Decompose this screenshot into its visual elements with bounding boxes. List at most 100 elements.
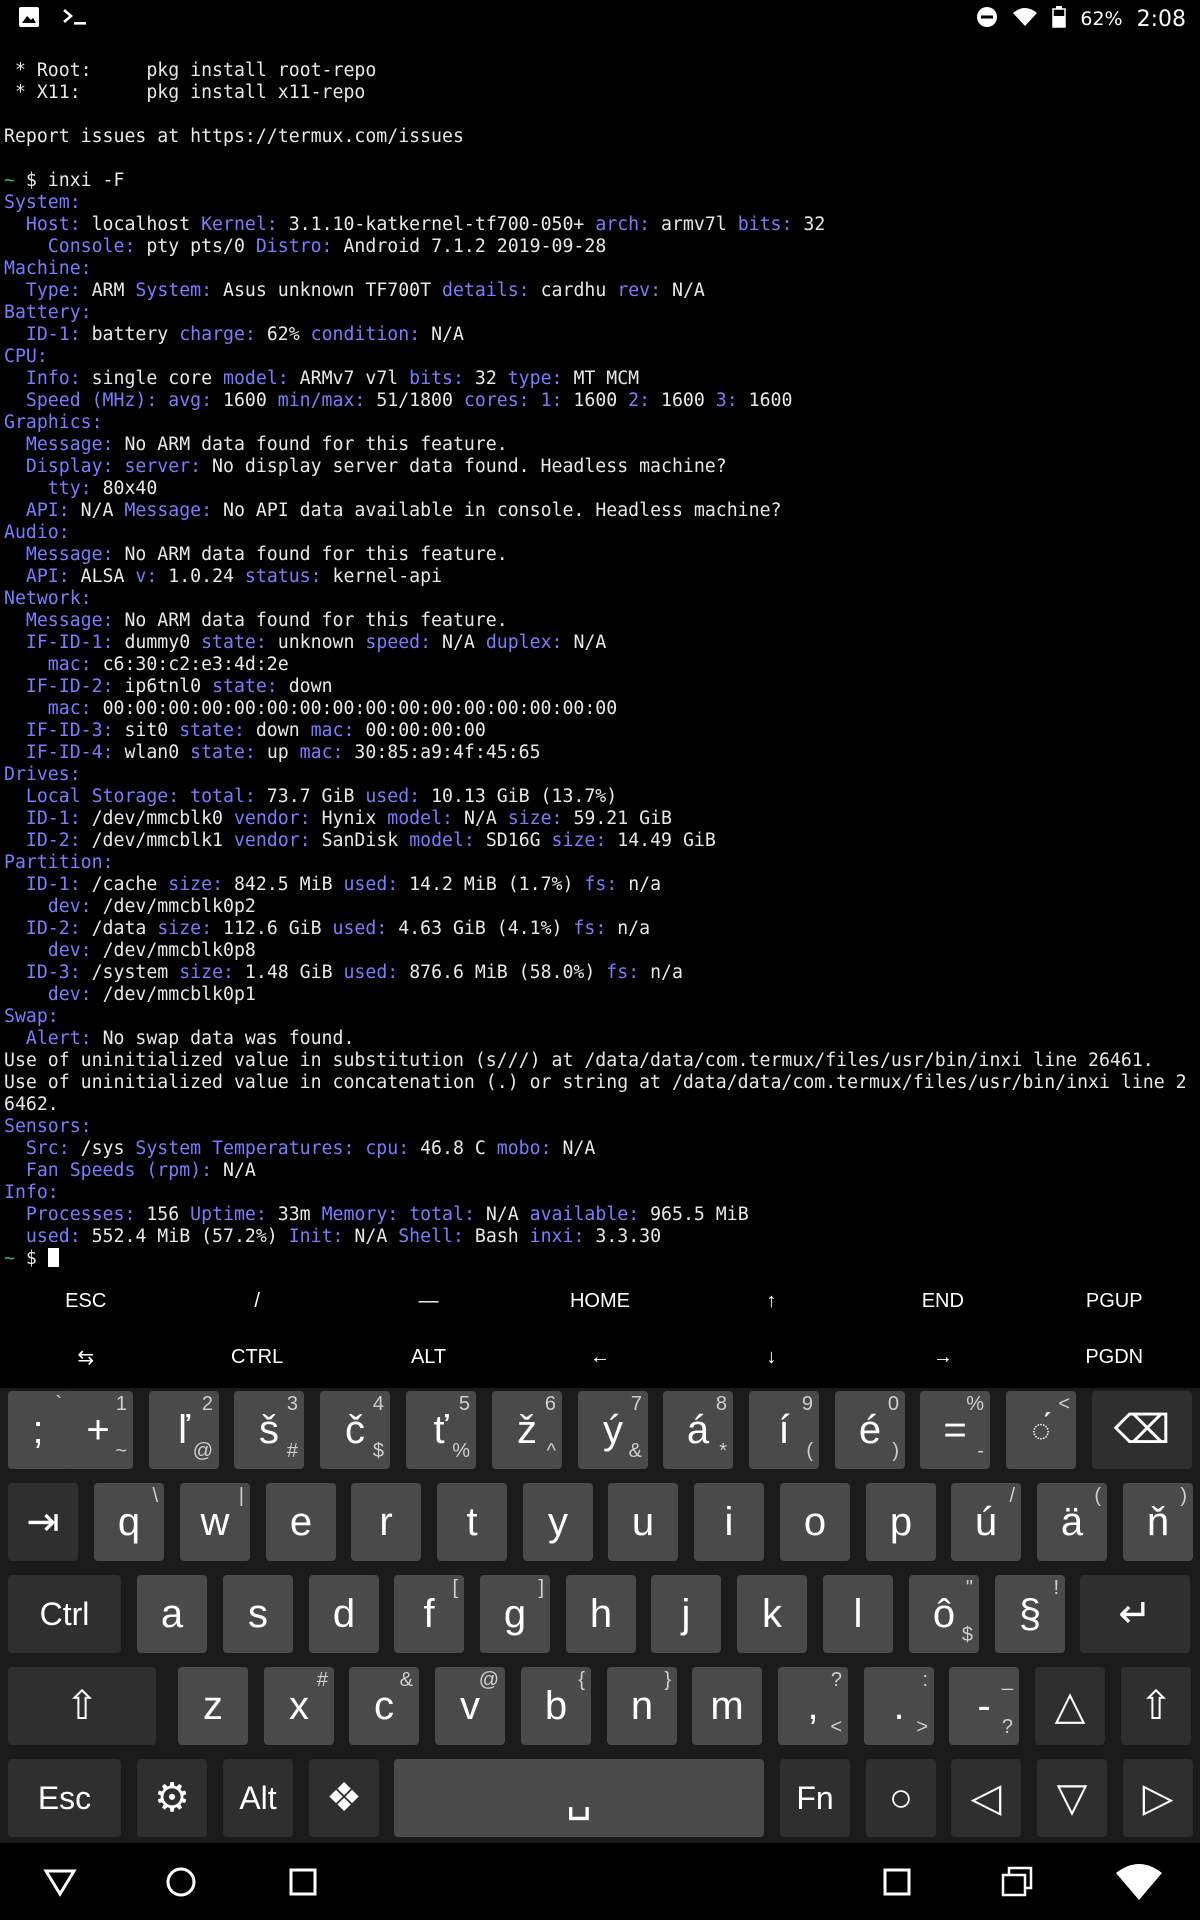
key-;[interactable]: ; ` bbox=[8, 1391, 68, 1469]
key-=[interactable]: =% - bbox=[920, 1391, 990, 1469]
key-l[interactable]: l bbox=[823, 1575, 893, 1653]
key-.[interactable]: .: > bbox=[864, 1667, 934, 1745]
key-y[interactable]: y bbox=[523, 1483, 593, 1561]
key-m[interactable]: m bbox=[692, 1667, 762, 1745]
back-icon[interactable] bbox=[25, 1843, 95, 1920]
key-k[interactable]: k bbox=[737, 1575, 807, 1653]
terminal-output[interactable]: * Root: pkg install root-repo * X11: pkg… bbox=[4, 60, 1196, 1268]
key-s[interactable]: s bbox=[223, 1575, 293, 1653]
key-,[interactable]: ,? < bbox=[778, 1667, 848, 1745]
key-h[interactable]: h bbox=[566, 1575, 636, 1653]
key-o[interactable]: o bbox=[780, 1483, 850, 1561]
key-§[interactable]: §! bbox=[995, 1575, 1065, 1653]
key-š[interactable]: š 3 # bbox=[234, 1391, 304, 1469]
key-alt-label: @ bbox=[478, 1669, 499, 1691]
key-v[interactable]: v @ bbox=[435, 1667, 505, 1745]
terminal-text: N/A bbox=[463, 808, 508, 829]
key-label: ⇧ bbox=[65, 1684, 99, 1728]
key-g[interactable]: g] bbox=[480, 1575, 550, 1653]
key-Alt[interactable]: Alt bbox=[223, 1759, 293, 1837]
key--[interactable]: - _? bbox=[949, 1667, 1019, 1745]
shift-key[interactable]: ⇧ bbox=[8, 1667, 156, 1745]
terminal-text: size: bbox=[179, 962, 245, 983]
shift-key[interactable]: ⇧ bbox=[1121, 1667, 1191, 1745]
stop-icon[interactable] bbox=[862, 1843, 932, 1920]
key-ž[interactable]: ž 6 ^ bbox=[492, 1391, 562, 1469]
key-i[interactable]: i bbox=[694, 1483, 764, 1561]
key-ú[interactable]: ú / bbox=[951, 1483, 1021, 1561]
up-key[interactable]: △ bbox=[1035, 1667, 1105, 1745]
extra-key-2-5[interactable]: ↓ bbox=[686, 1329, 857, 1385]
key-e[interactable]: e bbox=[266, 1483, 336, 1561]
key-w[interactable]: w | bbox=[180, 1483, 250, 1561]
key-f[interactable]: f[ bbox=[394, 1575, 464, 1653]
symbols-key[interactable]: ❖ bbox=[309, 1759, 379, 1837]
key-◌́[interactable]: ◌́ < bbox=[1006, 1391, 1076, 1469]
home-icon[interactable] bbox=[146, 1843, 216, 1920]
terminal-text: size: bbox=[168, 874, 234, 895]
recents-icon[interactable] bbox=[268, 1843, 338, 1920]
key-ä[interactable]: ä( bbox=[1037, 1483, 1107, 1561]
key-é[interactable]: é 0) bbox=[835, 1391, 905, 1469]
right-key[interactable]: ▷ bbox=[1123, 1759, 1193, 1837]
key-Ctrl[interactable]: Ctrl bbox=[8, 1575, 121, 1653]
key-ý[interactable]: ý 7 & bbox=[578, 1391, 648, 1469]
extra-key-1-2[interactable]: / bbox=[171, 1273, 342, 1329]
key-c[interactable]: c & bbox=[349, 1667, 419, 1745]
keyboard-row2: ⇥ q \ w | e r t y u i o p ú / ä(ň) bbox=[0, 1483, 1200, 1563]
key-label: č bbox=[345, 1407, 365, 1452]
terminal-line: Use of uninitialized value in substituti… bbox=[4, 1050, 1196, 1072]
key-č[interactable]: č 4 $ bbox=[320, 1391, 390, 1469]
key-a[interactable]: a bbox=[137, 1575, 207, 1653]
key-u[interactable]: u bbox=[608, 1483, 678, 1561]
key-t[interactable]: t bbox=[437, 1483, 507, 1561]
extra-key-2-1[interactable]: ⇆ bbox=[0, 1329, 171, 1385]
key-í[interactable]: í 9 ( bbox=[749, 1391, 819, 1469]
key-j[interactable]: j bbox=[651, 1575, 721, 1653]
down-key[interactable]: ▽ bbox=[1037, 1759, 1107, 1837]
extra-key-2-7[interactable]: PGDN bbox=[1029, 1329, 1200, 1385]
key-ň[interactable]: ň) bbox=[1123, 1483, 1193, 1561]
backspace-key[interactable]: ⌫ bbox=[1092, 1391, 1192, 1469]
extra-key-1-7[interactable]: PGUP bbox=[1029, 1273, 1200, 1329]
key-n[interactable]: n} bbox=[607, 1667, 677, 1745]
left-key[interactable]: ◁ bbox=[951, 1759, 1021, 1837]
extra-key-2-6[interactable]: → bbox=[857, 1329, 1028, 1385]
extra-key-1-3[interactable]: — bbox=[343, 1273, 514, 1329]
key-p[interactable]: p bbox=[866, 1483, 936, 1561]
key-ľ[interactable]: ľ 2 @ bbox=[149, 1391, 219, 1469]
key-label: ❖ bbox=[326, 1776, 362, 1820]
key-b[interactable]: b{ bbox=[521, 1667, 591, 1745]
terminal-text: Kernel: bbox=[201, 214, 289, 235]
terminal-text: model: bbox=[223, 368, 300, 389]
terminal-text: 4.63 GiB (4.1%) bbox=[398, 918, 574, 939]
settings-key[interactable]: ⚙ bbox=[137, 1759, 207, 1837]
terminal-text: used: bbox=[332, 918, 399, 939]
key-ô[interactable]: ô " $ bbox=[909, 1575, 979, 1653]
key-á[interactable]: á 8 * bbox=[663, 1391, 733, 1469]
home-key[interactable]: ○ bbox=[866, 1759, 936, 1837]
key-+[interactable]: +1 ~ bbox=[63, 1391, 133, 1469]
extra-key-1-6[interactable]: END bbox=[857, 1273, 1028, 1329]
key-q[interactable]: q \ bbox=[94, 1483, 164, 1561]
windows-icon[interactable] bbox=[982, 1843, 1052, 1920]
key-x[interactable]: x # bbox=[264, 1667, 334, 1745]
key-z[interactable]: z bbox=[178, 1667, 248, 1745]
space-key[interactable]: ␣ bbox=[394, 1759, 764, 1837]
terminal-text: cardhu bbox=[540, 280, 618, 301]
tab-key[interactable]: ⇥ bbox=[8, 1483, 78, 1561]
terminal-text: 73.7 GiB bbox=[266, 786, 366, 807]
wifi-icon[interactable] bbox=[1104, 1843, 1174, 1920]
key-r[interactable]: r bbox=[351, 1483, 421, 1561]
extra-key-2-2[interactable]: CTRL bbox=[171, 1329, 342, 1385]
key-Fn[interactable]: Fn bbox=[780, 1759, 850, 1837]
key-ť[interactable]: ť 5% bbox=[406, 1391, 476, 1469]
extra-key-1-4[interactable]: HOME bbox=[514, 1273, 685, 1329]
key-d[interactable]: d bbox=[309, 1575, 379, 1653]
extra-key-2-3[interactable]: ALT bbox=[343, 1329, 514, 1385]
extra-key-1-1[interactable]: ESC bbox=[0, 1273, 171, 1329]
enter-key[interactable]: ↵ bbox=[1080, 1575, 1190, 1653]
extra-key-2-4[interactable]: ← bbox=[514, 1329, 685, 1385]
extra-key-1-5[interactable]: ↑ bbox=[686, 1273, 857, 1329]
key-Esc[interactable]: Esc bbox=[8, 1759, 121, 1837]
